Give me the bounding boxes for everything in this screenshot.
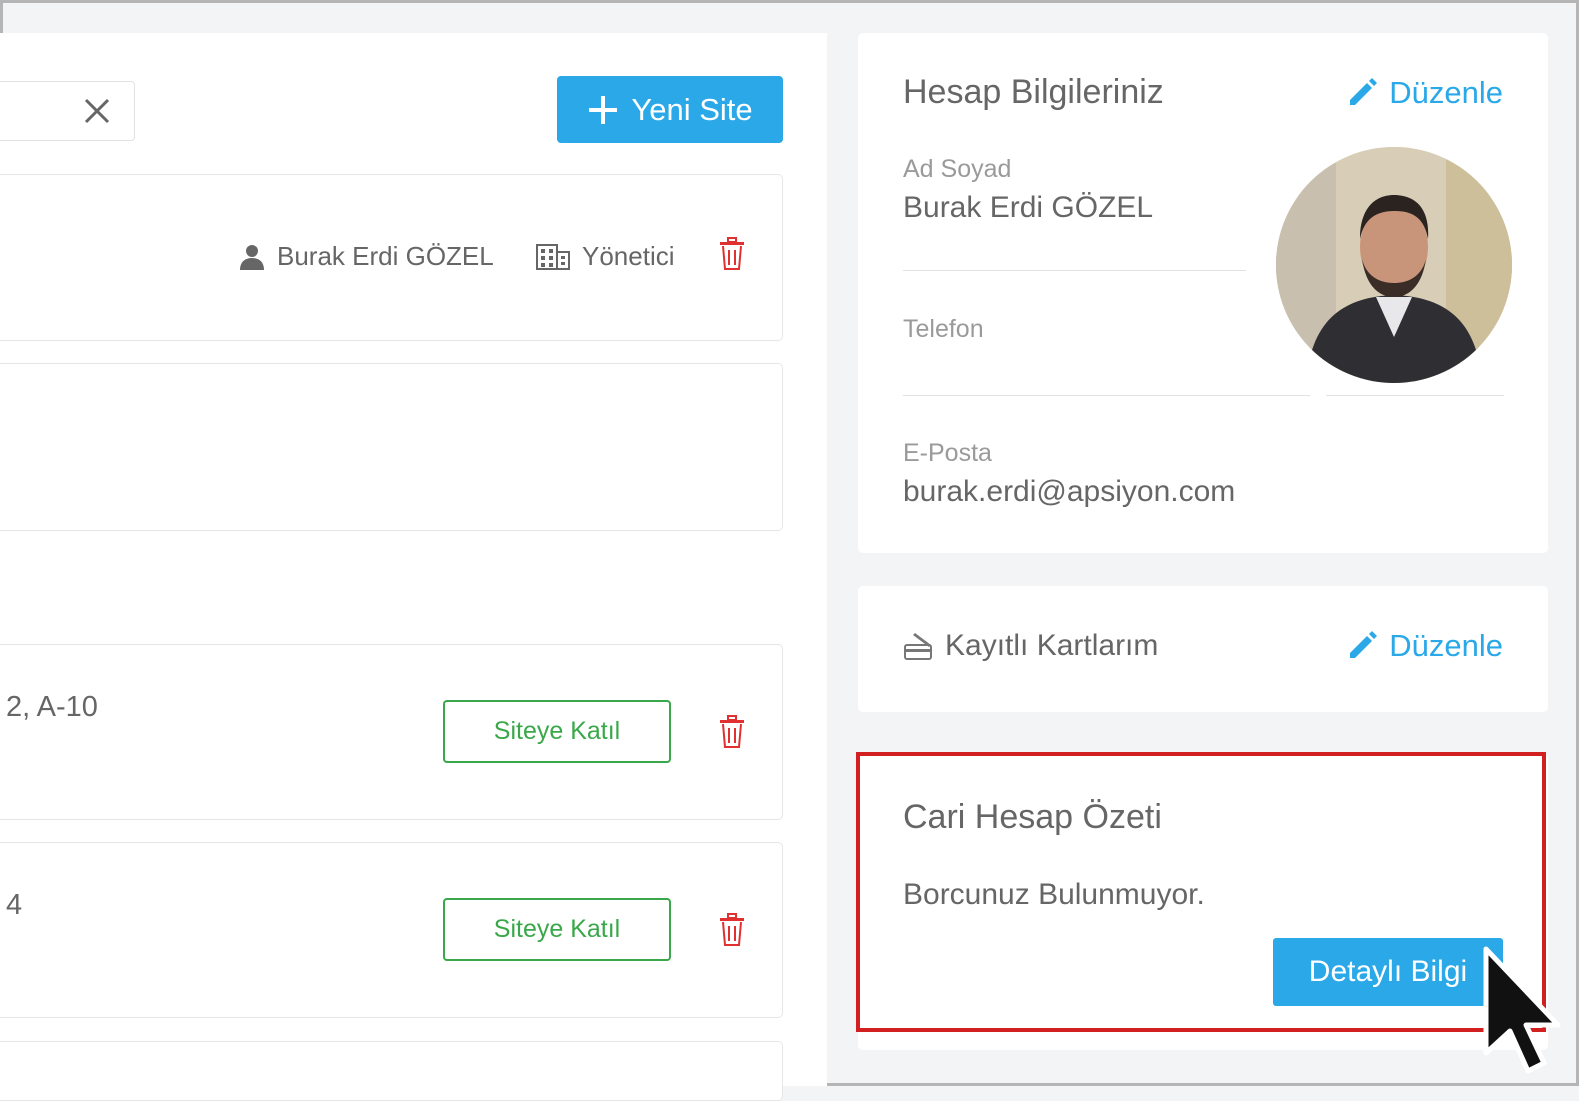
- name-value: Burak Erdi GÖZEL: [903, 191, 1154, 224]
- site-address: 2, A-10: [6, 691, 98, 723]
- site-role: Yönetici: [536, 241, 675, 272]
- saved-cards-heading: Kayıtlı Kartlarım: [903, 629, 1158, 663]
- phone-divider-2: [1326, 395, 1504, 396]
- search-input[interactable]: [0, 81, 135, 141]
- edit-cards-button[interactable]: Düzenle: [1347, 628, 1503, 664]
- saved-cards-title: Kayıtlı Kartlarım: [945, 629, 1159, 662]
- site-card-empty: [0, 363, 783, 531]
- site-card: [0, 1041, 783, 1101]
- site-address: 4: [6, 889, 23, 921]
- site-list-panel: Yeni Site Burak Erdi GÖZEL Yönetici 2, A…: [0, 33, 827, 1101]
- name-label: Ad Soyad: [903, 155, 1012, 183]
- name-divider: [903, 270, 1246, 271]
- saved-cards-card: Kayıtlı Kartlarım Düzenle: [858, 586, 1548, 712]
- account-title: Hesap Bilgileriniz: [903, 73, 1164, 111]
- user-icon: [240, 244, 264, 270]
- mouse-cursor-icon: [1483, 946, 1561, 1074]
- edit-cards-label: Düzenle: [1389, 628, 1503, 663]
- edit-account-label: Düzenle: [1389, 75, 1503, 110]
- pencil-icon: [1350, 631, 1378, 658]
- site-card: 4 Siteye Katıl: [0, 842, 783, 1018]
- credit-card-icon: [904, 633, 932, 660]
- site-user: Burak Erdi GÖZEL: [239, 241, 494, 272]
- site-role-label: Yönetici: [582, 241, 675, 271]
- join-site-label: Siteye Katıl: [493, 915, 621, 943]
- phone-divider: [903, 395, 1310, 396]
- delete-icon[interactable]: [719, 913, 745, 947]
- email-label: E-Posta: [903, 439, 992, 467]
- delete-icon[interactable]: [719, 237, 745, 271]
- site-user-name: Burak Erdi GÖZEL: [277, 241, 494, 271]
- building-icon: [536, 243, 570, 270]
- site-card: 2, A-10 Siteye Katıl: [0, 644, 783, 820]
- join-site-label: Siteye Katıl: [493, 717, 621, 745]
- join-site-button[interactable]: Siteye Katıl: [443, 898, 671, 961]
- clear-icon[interactable]: [82, 96, 112, 126]
- site-card-managed: Burak Erdi GÖZEL Yönetici: [0, 174, 783, 341]
- plus-icon: [589, 95, 618, 124]
- phone-label: Telefon: [903, 315, 984, 343]
- new-site-label: Yeni Site: [631, 91, 753, 127]
- delete-icon[interactable]: [719, 715, 745, 749]
- avatar: [1276, 147, 1512, 383]
- highlight-box: [856, 752, 1546, 1032]
- pencil-icon: [1350, 78, 1378, 105]
- edit-account-button[interactable]: Düzenle: [1347, 75, 1503, 111]
- new-site-button[interactable]: Yeni Site: [557, 76, 783, 143]
- account-info-card: Hesap Bilgileriniz Düzenle Ad Soyad Bura…: [858, 33, 1548, 553]
- join-site-button[interactable]: Siteye Katıl: [443, 700, 671, 763]
- email-value: burak.erdi@apsiyon.com: [903, 475, 1236, 508]
